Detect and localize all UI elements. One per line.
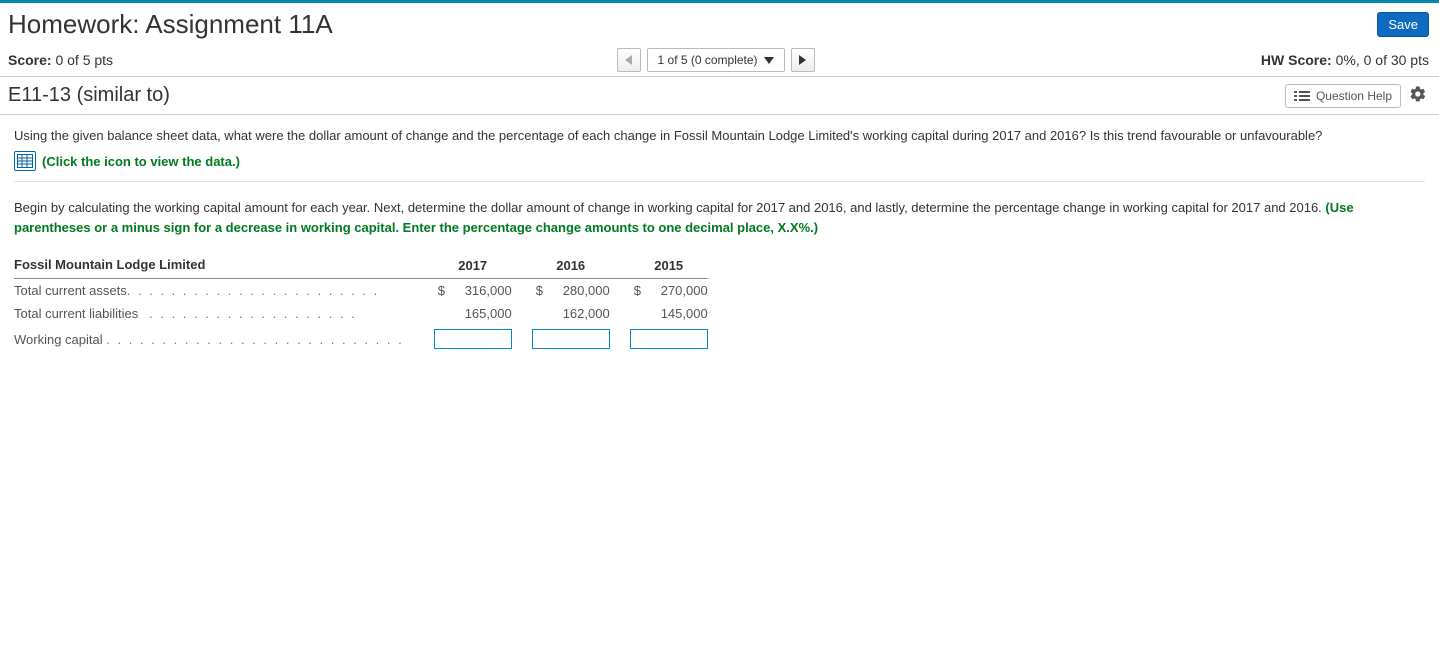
chevron-down-icon: [764, 57, 774, 64]
table-company-header: Fossil Mountain Lodge Limited: [14, 253, 414, 279]
cell-value: 270,000: [648, 283, 708, 298]
table-row: Working capital . . . . . . . . . . . . …: [14, 325, 708, 353]
next-question-button[interactable]: [791, 48, 815, 72]
cell-value: 280,000: [550, 283, 610, 298]
balance-sheet-table: Fossil Mountain Lodge Limited 2017 2016 …: [14, 253, 708, 353]
list-icon: [1294, 90, 1310, 102]
instructions-text: Begin by calculating the working capital…: [14, 198, 1425, 237]
table-row: Total current liabilities . . . . . . . …: [14, 302, 708, 325]
table-year-header: 2015: [610, 253, 708, 279]
score-value: 0 of 5 pts: [55, 52, 113, 68]
chevron-left-icon: [625, 55, 632, 65]
working-capital-input-2017[interactable]: [434, 329, 512, 349]
score-text: Score: 0 of 5 pts: [8, 52, 113, 68]
question-id: E11-13 (similar to): [8, 84, 170, 107]
leader-dots: . . . . . . . . . . . . . . . . . . . . …: [127, 283, 380, 298]
question-help-label: Question Help: [1316, 89, 1392, 103]
prev-question-button[interactable]: [617, 48, 641, 72]
row-label: Working capital: [14, 332, 103, 347]
chevron-right-icon: [799, 55, 806, 65]
hw-score-value: 0%, 0 of 30 pts: [1336, 52, 1429, 68]
cell-value: 316,000: [452, 283, 512, 298]
currency-symbol: $: [634, 283, 648, 298]
table-year-header: 2017: [414, 253, 512, 279]
question-prompt: Using the given balance sheet data, what…: [14, 127, 1425, 145]
instructions-plain: Begin by calculating the working capital…: [14, 200, 1325, 215]
divider: [14, 181, 1425, 182]
leader-dots: . . . . . . . . . . . . . . . . . . . . …: [106, 332, 403, 347]
working-capital-input-2016[interactable]: [532, 329, 610, 349]
working-capital-input-2015[interactable]: [630, 329, 708, 349]
view-data-button[interactable]: [14, 151, 36, 171]
row-label: Total current assets: [14, 283, 127, 298]
hw-score-label: HW Score:: [1261, 52, 1332, 68]
currency-symbol: $: [536, 283, 550, 298]
leader-dots: . . . . . . . . . . . . . . . . . . .: [149, 306, 357, 321]
cell-value: 165,000: [452, 306, 512, 321]
question-help-button[interactable]: Question Help: [1285, 84, 1401, 108]
settings-button[interactable]: [1407, 83, 1429, 108]
view-data-link[interactable]: (Click the icon to view the data.): [42, 154, 240, 169]
table-row: Total current assets. . . . . . . . . . …: [14, 279, 708, 303]
cell-value: 145,000: [648, 306, 708, 321]
row-label: Total current liabilities: [14, 306, 138, 321]
currency-symbol: $: [438, 283, 452, 298]
table-icon: [17, 154, 33, 168]
hw-score-text: HW Score: 0%, 0 of 30 pts: [1261, 52, 1429, 68]
save-button[interactable]: Save: [1377, 12, 1429, 37]
cell-value: 162,000: [550, 306, 610, 321]
nav-position-label: 1 of 5 (0 complete): [658, 53, 758, 67]
page-title: Homework: Assignment 11A: [8, 9, 333, 40]
question-nav-dropdown[interactable]: 1 of 5 (0 complete): [647, 48, 785, 72]
gear-icon: [1409, 85, 1427, 103]
score-label: Score:: [8, 52, 52, 68]
table-year-header: 2016: [512, 253, 610, 279]
